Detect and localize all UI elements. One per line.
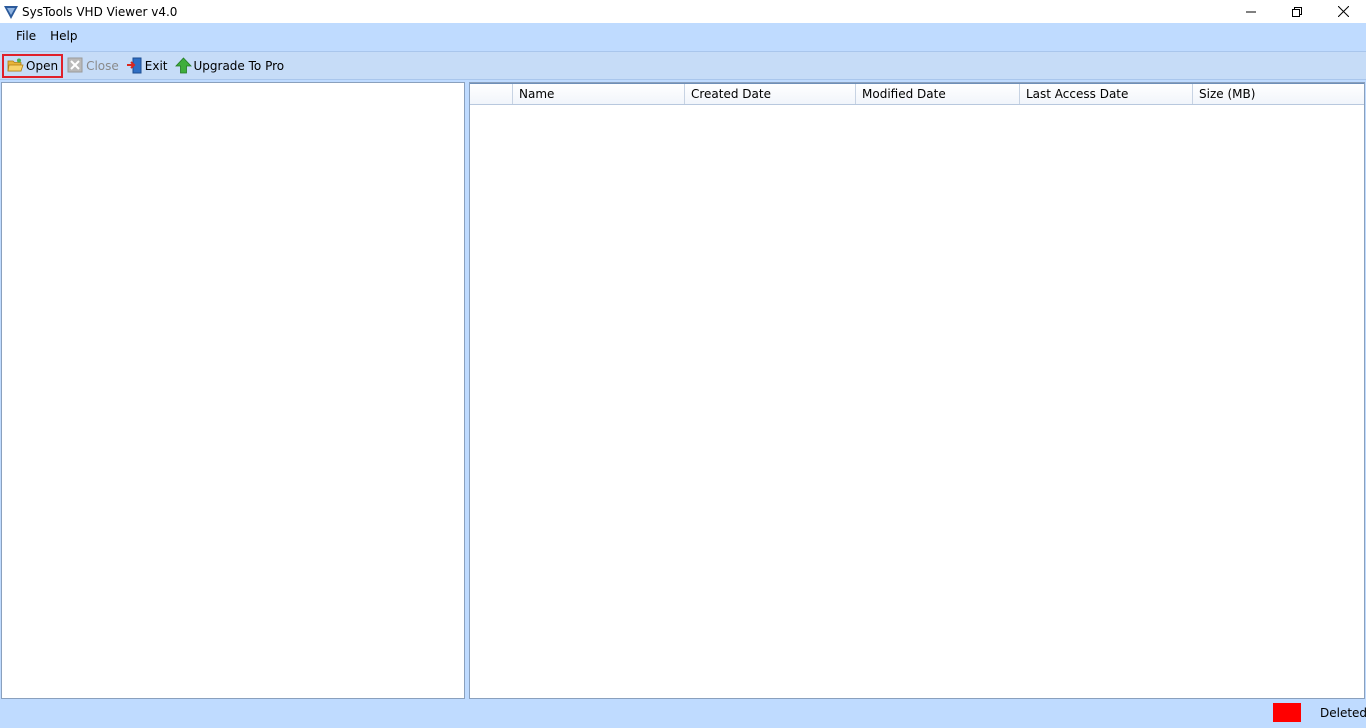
open-label: Open — [26, 58, 59, 73]
folder-tree-panel[interactable] — [1, 82, 465, 699]
arrow-up-icon — [174, 57, 192, 74]
window-controls — [1228, 0, 1366, 23]
minimize-button[interactable] — [1228, 0, 1274, 23]
app-logo-icon — [3, 4, 19, 20]
exit-button[interactable]: Exit — [123, 54, 171, 78]
column-header-modified-date[interactable]: Modified Date — [856, 84, 1020, 104]
close-label: Close — [86, 58, 119, 73]
toolbar: Open Close Exit Upgrade To Pro — [0, 51, 1366, 80]
close-file-button[interactable]: Close — [64, 54, 122, 78]
menu-help[interactable]: Help — [44, 23, 85, 50]
file-list-header: Name Created Date Modified Date Last Acc… — [470, 83, 1364, 105]
menu-file[interactable]: File — [0, 23, 44, 50]
close-window-button[interactable] — [1320, 0, 1366, 23]
close-icon — [1337, 6, 1349, 17]
status-bar: Deleted — [0, 699, 1366, 728]
deleted-legend-swatch — [1273, 703, 1301, 722]
exit-door-icon — [126, 57, 143, 74]
column-header-name[interactable]: Name — [513, 84, 685, 104]
column-header-size[interactable]: Size (MB) — [1193, 84, 1364, 104]
menu-bar: File Help — [0, 23, 1366, 50]
column-header-indicator[interactable] — [470, 84, 513, 104]
window-title: SysTools VHD Viewer v4.0 — [22, 4, 178, 19]
upgrade-to-pro-button[interactable]: Upgrade To Pro — [172, 54, 288, 78]
title-bar: SysTools VHD Viewer v4.0 — [0, 0, 1366, 23]
column-header-created-date[interactable]: Created Date — [685, 84, 856, 104]
open-button[interactable]: Open — [2, 53, 64, 78]
folder-open-icon — [7, 57, 24, 74]
column-header-last-access-date[interactable]: Last Access Date — [1020, 84, 1193, 104]
restore-button[interactable] — [1274, 0, 1320, 23]
file-list-panel[interactable]: Name Created Date Modified Date Last Acc… — [469, 82, 1365, 699]
exit-label: Exit — [144, 58, 168, 73]
restore-icon — [1292, 6, 1302, 17]
close-box-icon — [67, 57, 84, 74]
upgrade-label: Upgrade To Pro — [193, 58, 285, 73]
deleted-legend-label: Deleted — [1320, 706, 1366, 720]
minimize-icon — [1246, 11, 1256, 12]
